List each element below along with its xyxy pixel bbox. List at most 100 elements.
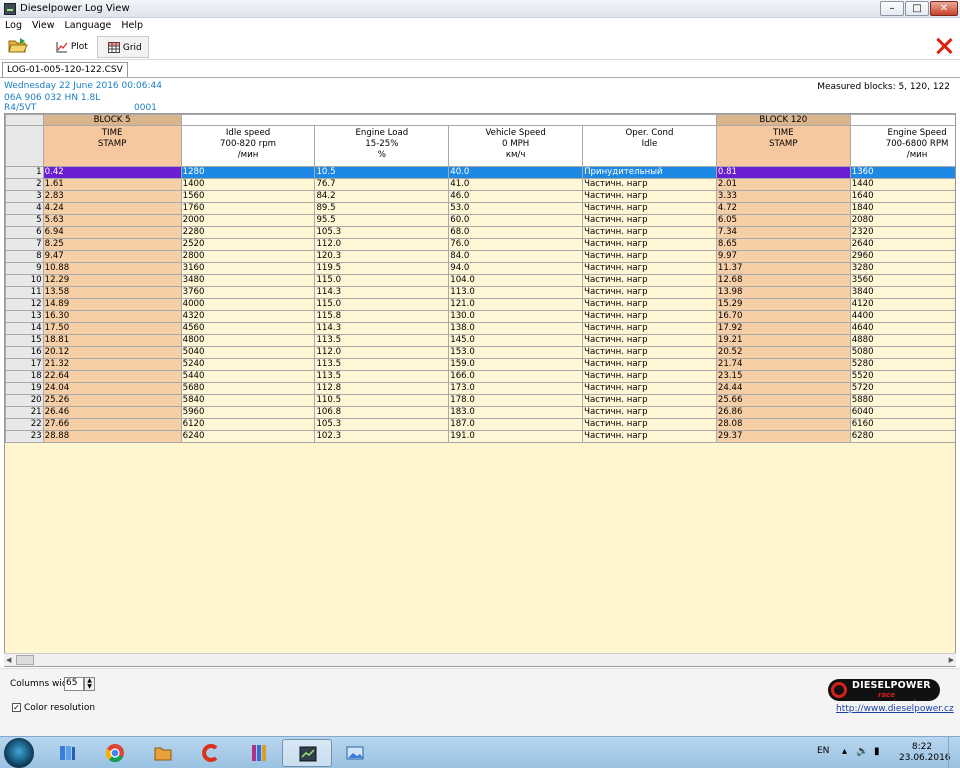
- table-cell[interactable]: Частичн. нагр: [582, 298, 717, 311]
- table-cell[interactable]: 173.0: [448, 382, 584, 395]
- taskbar-winrar[interactable]: [234, 739, 284, 767]
- table-cell[interactable]: 4560: [180, 322, 316, 335]
- table-cell[interactable]: 138.0: [448, 322, 584, 335]
- table-cell[interactable]: 159.0: [448, 358, 584, 371]
- table-cell[interactable]: 5520: [849, 370, 955, 383]
- table-cell[interactable]: 1560: [180, 190, 316, 203]
- table-cell[interactable]: 130.0: [448, 310, 584, 323]
- table-cell[interactable]: 5960: [180, 406, 316, 419]
- columns-width-spinner[interactable]: ▲ ▼: [84, 677, 95, 691]
- row-number[interactable]: 7: [5, 238, 44, 251]
- table-cell[interactable]: 53.0: [448, 202, 584, 215]
- row-number[interactable]: 19: [5, 382, 44, 395]
- table-cell[interactable]: 12.29: [42, 274, 182, 287]
- table-cell[interactable]: 19.21: [715, 334, 851, 347]
- table-cell[interactable]: Частичн. нагр: [582, 358, 717, 371]
- table-cell[interactable]: 2800: [180, 250, 316, 263]
- row-number[interactable]: 4: [5, 202, 44, 215]
- table-cell[interactable]: 2520: [180, 238, 316, 251]
- row-number[interactable]: 9: [5, 262, 44, 275]
- table-cell[interactable]: Частичн. нагр: [582, 394, 717, 407]
- row-number[interactable]: 23: [5, 430, 44, 443]
- table-cell[interactable]: 1400: [180, 178, 316, 191]
- table-cell[interactable]: 13.58: [42, 286, 182, 299]
- table-cell[interactable]: 102.3: [314, 430, 450, 443]
- table-cell[interactable]: 16.30: [42, 310, 182, 323]
- table-cell[interactable]: 16.70: [715, 310, 851, 323]
- table-cell[interactable]: 25.66: [715, 394, 851, 407]
- volume-icon[interactable]: 🔈: [856, 746, 868, 757]
- table-cell[interactable]: 10.88: [42, 262, 182, 275]
- table-cell[interactable]: 3560: [849, 274, 955, 287]
- table-cell[interactable]: 114.3: [314, 286, 450, 299]
- row-number[interactable]: 3: [5, 190, 44, 203]
- table-cell[interactable]: 1840: [849, 202, 955, 215]
- table-cell[interactable]: Частичн. нагр: [582, 418, 717, 431]
- table-row[interactable]: 19 24.04 5680 112.8 173.0 Частичн. нагр 24.44 5…: [5, 382, 955, 395]
- table-row[interactable]: 17 21.32 5240 113.5 159.0 Частичн. нагр 21.74 5…: [5, 358, 955, 371]
- table-cell[interactable]: 114.3: [314, 322, 450, 335]
- table-row[interactable]: 10.42128010.540.0Принудительный0.8113603…: [5, 166, 955, 179]
- table-cell[interactable]: Частичн. нагр: [582, 286, 717, 299]
- row-number[interactable]: 2: [5, 178, 44, 191]
- table-cell[interactable]: 68.0: [448, 226, 584, 239]
- table-cell[interactable]: 6240: [180, 430, 316, 443]
- taskbar-dieselpower[interactable]: [282, 739, 332, 767]
- column-header[interactable]: Oper. Cond Idle: [582, 125, 717, 167]
- table-cell[interactable]: 3760: [180, 286, 316, 299]
- row-number[interactable]: 12: [5, 298, 44, 311]
- table-cell[interactable]: 113.0: [448, 286, 584, 299]
- table-cell[interactable]: Частичн. нагр: [582, 310, 717, 323]
- table-cell[interactable]: 12.68: [715, 274, 851, 287]
- row-number[interactable]: 15: [5, 334, 44, 347]
- table-row[interactable]: 13 16.30 4320 115.8 130.0 Частичн. нагр 16.70 4…: [5, 310, 955, 323]
- table-cell[interactable]: Частичн. нагр: [582, 346, 717, 359]
- table-cell[interactable]: Частичн. нагр: [582, 202, 717, 215]
- table-row[interactable]: 89.472800120.384.0Частичн. нагр9.9729603…: [5, 250, 955, 263]
- table-cell[interactable]: 89.5: [314, 202, 450, 215]
- table-cell[interactable]: 4.72: [715, 202, 851, 215]
- table-cell[interactable]: 9.47: [42, 250, 182, 263]
- table-cell[interactable]: 22.64: [42, 370, 182, 383]
- taskbar-chrome[interactable]: [90, 739, 140, 767]
- table-row[interactable]: 23 28.88 6240 102.3 191.0 Частичн. нагр 29.37 6…: [5, 430, 955, 443]
- table-cell[interactable]: 6160: [849, 418, 955, 431]
- row-number[interactable]: 16: [5, 346, 44, 359]
- table-cell[interactable]: 4800: [180, 334, 316, 347]
- color-resolution-checkbox[interactable]: ✓: [12, 703, 21, 712]
- table-cell[interactable]: 5880: [849, 394, 955, 407]
- taskbar-explorer[interactable]: [42, 739, 92, 767]
- data-grid[interactable]: BLOCK 5BLOCK 120BLOCK 122 TIME STAMPIdle…: [4, 113, 956, 667]
- row-number[interactable]: 1: [5, 166, 44, 179]
- table-cell[interactable]: 4120: [849, 298, 955, 311]
- table-cell[interactable]: 76.0: [448, 238, 584, 251]
- table-cell[interactable]: 18.81: [42, 334, 182, 347]
- table-cell[interactable]: 24.44: [715, 382, 851, 395]
- table-cell[interactable]: 5680: [180, 382, 316, 395]
- table-cell[interactable]: 105.3: [314, 226, 450, 239]
- table-cell[interactable]: Частичн. нагр: [582, 214, 717, 227]
- table-cell[interactable]: 153.0: [448, 346, 584, 359]
- table-cell[interactable]: 1.61: [42, 178, 182, 191]
- table-cell[interactable]: 3160: [180, 262, 316, 275]
- table-cell[interactable]: 7.34: [715, 226, 851, 239]
- table-cell[interactable]: 2.01: [715, 178, 851, 191]
- table-cell[interactable]: 8.25: [42, 238, 182, 251]
- table-row[interactable]: 21.61140076.741.0Частичн. нагр2.01144039…: [5, 178, 955, 191]
- table-row[interactable]: 9 10.88 3160 119.5 94.0 Частичн. нагр 11.37 328…: [5, 262, 955, 275]
- table-cell[interactable]: 5040: [180, 346, 316, 359]
- table-cell[interactable]: 4400: [849, 310, 955, 323]
- table-cell[interactable]: 2640: [849, 238, 955, 251]
- column-header[interactable]: TIME STAMP: [42, 125, 182, 167]
- table-row[interactable]: 22 27.66 6120 105.3 187.0 Частичн. нагр 28.08 6…: [5, 418, 955, 431]
- table-cell[interactable]: 4320: [180, 310, 316, 323]
- table-cell[interactable]: 119.5: [314, 262, 450, 275]
- table-cell[interactable]: Частичн. нагр: [582, 226, 717, 239]
- table-cell[interactable]: 113.5: [314, 358, 450, 371]
- column-header[interactable]: TIME STAMP: [715, 125, 851, 167]
- table-cell[interactable]: 5720: [849, 382, 955, 395]
- table-cell[interactable]: Частичн. нагр: [582, 334, 717, 347]
- table-cell[interactable]: 110.5: [314, 394, 450, 407]
- table-cell[interactable]: 4880: [849, 334, 955, 347]
- table-cell[interactable]: 24.04: [42, 382, 182, 395]
